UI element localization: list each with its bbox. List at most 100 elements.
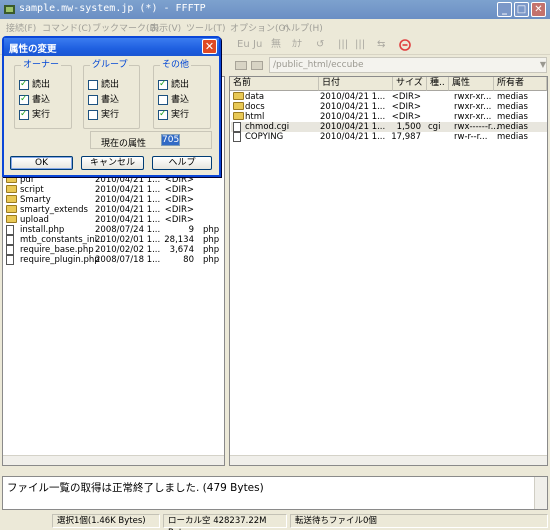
no-convert-button[interactable]: 無 xyxy=(271,38,281,52)
local-file-row[interactable]: install.php 2008/07/24 1... 9 php xyxy=(4,225,224,235)
checkbox-label: 実行 xyxy=(171,110,190,120)
current-attr-input[interactable]: 705 xyxy=(161,134,180,146)
remote-cell-owner: medias xyxy=(497,92,528,102)
ffftp-app-icon xyxy=(4,5,15,14)
col-name[interactable]: 名前 xyxy=(230,77,319,91)
col-date[interactable]: 日付 xyxy=(319,77,393,91)
local-file-row[interactable]: mtb_constants_ini... 2010/02/01 1... 28,13… xyxy=(4,235,224,245)
window-titlebar: sample.mw-system.jp (*) - FFFTP _ □ ✕ xyxy=(0,0,550,19)
checkbox-label: 読出 xyxy=(101,80,120,90)
group-group-title: グループ xyxy=(90,60,130,70)
log-scrollbar[interactable] xyxy=(534,477,547,509)
remote-cell-name: html xyxy=(245,112,265,122)
local-cell-size: <DIR> xyxy=(164,205,194,215)
checkbox-box[interactable] xyxy=(19,94,29,105)
col-owner[interactable]: 所有者 xyxy=(494,77,547,91)
remote-file-row[interactable]: COPYING 2010/04/21 1... 17,987 rw-r--r... me… xyxy=(231,132,547,142)
maximize-button[interactable]: □ xyxy=(514,2,529,17)
remote-file-row[interactable]: docs 2010/04/21 1... <DIR> rwxr-xr... medias xyxy=(231,102,547,112)
euc-button[interactable]: Eu xyxy=(237,38,250,52)
remote-file-row[interactable]: data 2010/04/21 1... <DIR> rwxr-xr... medias xyxy=(231,92,547,102)
col-attr[interactable]: 属性 xyxy=(449,77,494,91)
local-cell-name: script xyxy=(20,185,44,195)
dialog-close-button[interactable]: ✕ xyxy=(202,39,217,54)
status-transfer-wait: 転送待ちファイル0個 xyxy=(290,514,548,528)
local-cell-size: 3,674 xyxy=(169,245,194,255)
local-cell-name: require_base.php xyxy=(20,245,94,255)
path-dropdown-icon[interactable]: ▼ xyxy=(540,60,546,69)
remote-cell-attr: rw-r--r... xyxy=(454,132,488,142)
remote-cell-date: 2010/04/21 1... xyxy=(320,112,386,122)
menu-help[interactable]: ヘルプ(H) xyxy=(282,21,323,34)
remote-cell-date: 2010/04/21 1... xyxy=(320,132,386,142)
close-button[interactable]: ✕ xyxy=(531,2,546,17)
local-cell-name: install.php xyxy=(20,225,65,235)
col-size[interactable]: サイズ xyxy=(393,77,427,91)
detail-view-icon[interactable]: ||| xyxy=(355,38,365,52)
ok-button[interactable]: OK xyxy=(10,156,73,170)
local-file-row[interactable]: require_plugin.php 2008/07/18 1... 80 php xyxy=(4,255,224,265)
minimize-button[interactable]: _ xyxy=(497,2,512,17)
local-file-row[interactable]: Smarty 2010/04/21 1... <DIR> xyxy=(4,195,224,205)
remote-file-row[interactable]: chmod.cgi 2010/04/21 1... 1,500 cgi rwx-----… xyxy=(231,122,547,132)
remote-cell-size: 17,987 xyxy=(391,132,421,142)
dialog-titlebar: 属性の変更 ✕ xyxy=(4,38,219,56)
remote-cell-type: cgi xyxy=(428,122,441,132)
local-cell-type: php xyxy=(203,225,220,235)
remote-cell-size: <DIR> xyxy=(391,112,421,122)
checkbox-box[interactable] xyxy=(88,80,98,90)
local-cell-size: <DIR> xyxy=(164,195,194,205)
remote-cell-owner: medias xyxy=(497,102,528,112)
window-title: sample.mw-system.jp (*) - FFFTP xyxy=(19,3,206,14)
help-button[interactable]: ヘルプ xyxy=(152,156,212,170)
menu-connect[interactable]: 接続(F) xyxy=(6,21,36,34)
remote-file-list[interactable]: 名前 日付 サイズ 種.. 属性 所有者 data 2010/04/21 1...… xyxy=(229,76,548,466)
group-owner-title: オーナー xyxy=(21,60,62,70)
local-cell-name: mtb_constants_ini... xyxy=(20,235,106,245)
local-cell-date: 2008/07/18 1... xyxy=(95,255,161,265)
local-cell-date: 2008/07/24 1... xyxy=(95,225,161,235)
local-cell-date: 2010/04/21 1... xyxy=(95,215,161,225)
checkbox-box[interactable] xyxy=(158,95,168,105)
list-view-icon[interactable]: ||| xyxy=(338,38,348,52)
checkbox-box[interactable] xyxy=(158,79,168,90)
remote-cell-name: chmod.cgi xyxy=(245,122,290,132)
group-owner: オーナー 読出 書込 実行 xyxy=(14,60,72,129)
kana-button[interactable]: ｶﾅ xyxy=(292,38,302,52)
menu-tools[interactable]: ツール(T) xyxy=(186,21,226,34)
jis-button[interactable]: Ju xyxy=(253,38,262,52)
remote-path-input[interactable]: /public_html/eccube xyxy=(269,57,547,73)
remote-cell-date: 2010/04/21 1... xyxy=(320,122,386,132)
menu-command[interactable]: コマンド(C) xyxy=(42,21,91,34)
log-text: ファイル一覧の取得は正常終了しました. (479 Bytes) xyxy=(7,482,264,494)
stop-icon[interactable] xyxy=(399,39,411,51)
checkbox-box[interactable] xyxy=(88,110,98,120)
cancel-button[interactable]: キャンセル xyxy=(81,156,144,170)
local-file-row[interactable]: smarty_extends 2010/04/21 1... <DIR> xyxy=(4,205,224,215)
group-other: その他 読出 書込 実行 xyxy=(153,60,211,129)
local-file-row[interactable]: script 2010/04/21 1... <DIR> xyxy=(4,185,224,195)
sync-icon[interactable]: ⇆ xyxy=(377,38,385,52)
remote-cell-name: data xyxy=(245,92,265,102)
checkbox-box[interactable] xyxy=(158,109,168,120)
remote-horizontal-scrollbar[interactable] xyxy=(230,455,547,465)
checkbox-box[interactable] xyxy=(19,79,29,90)
local-cell-date: 2010/02/02 1... xyxy=(95,245,161,255)
refresh-icon[interactable]: ↺ xyxy=(316,38,324,52)
local-horizontal-scrollbar[interactable] xyxy=(3,455,224,465)
parent-folder-icon[interactable] xyxy=(235,59,247,70)
remote-file-row[interactable]: html 2010/04/21 1... <DIR> rwxr-xr... medias xyxy=(231,112,547,122)
checkbox-box[interactable] xyxy=(88,95,98,105)
group-other-title: その他 xyxy=(160,60,192,70)
menu-options[interactable]: オプション(O) xyxy=(230,21,289,34)
checkbox-box[interactable] xyxy=(19,109,29,120)
local-file-row[interactable]: require_base.php 2010/02/02 1... 3,674 php xyxy=(4,245,224,255)
remote-cell-size: <DIR> xyxy=(391,102,421,112)
local-file-row[interactable]: upload 2010/04/21 1... <DIR> xyxy=(4,215,224,225)
log-panel: ファイル一覧の取得は正常終了しました. (479 Bytes) xyxy=(2,476,548,510)
open-folder-icon[interactable] xyxy=(251,59,263,70)
checkbox-label: 読出 xyxy=(171,80,190,90)
menu-view[interactable]: 表示(V) xyxy=(150,21,181,34)
col-type[interactable]: 種.. xyxy=(427,77,449,91)
local-cell-date: 2010/04/21 1... xyxy=(95,185,161,195)
